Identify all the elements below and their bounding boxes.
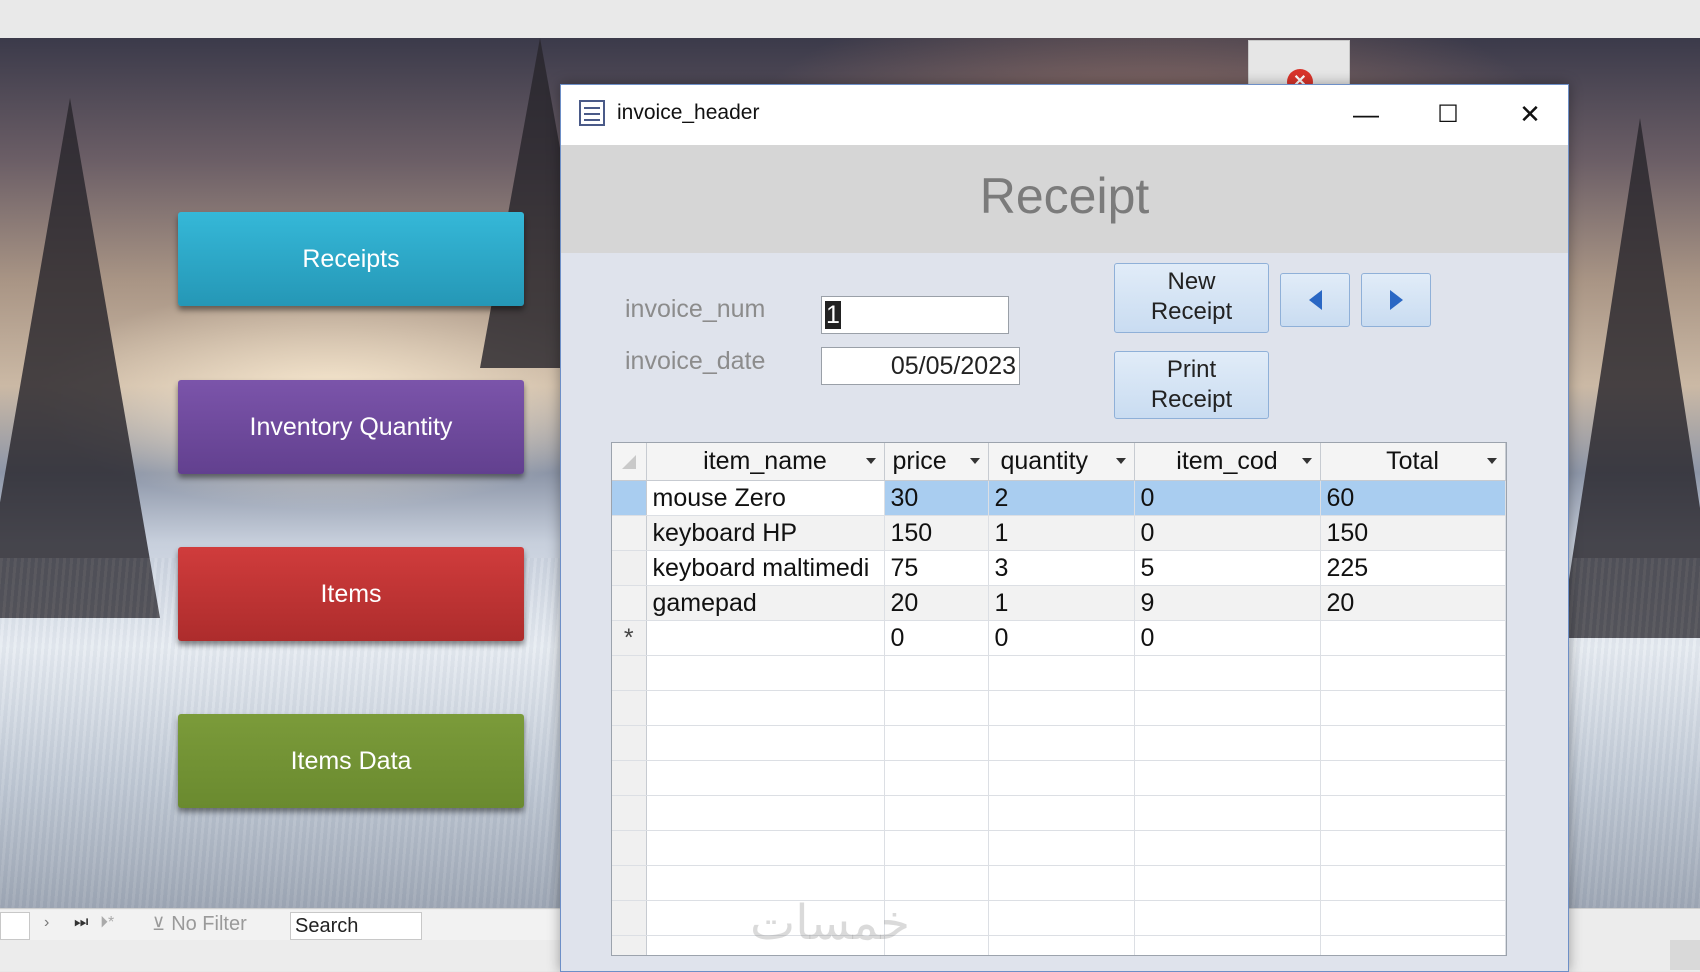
row-selector[interactable] [612, 480, 647, 516]
invoice-num-field[interactable]: 1 [821, 296, 1009, 334]
print-receipt-button[interactable]: Print Receipt [1114, 351, 1269, 419]
receipts-button[interactable]: Receipts [178, 212, 524, 306]
new-receipt-label-line2: Receipt [1150, 298, 1233, 325]
scrollbar-corner [1670, 940, 1700, 970]
cell-item-name[interactable]: keyboard HP [646, 515, 885, 551]
inventory-quantity-button[interactable]: Inventory Quantity [178, 380, 524, 474]
filter-icon: ⊻ [152, 914, 166, 934]
select-all-corner[interactable] [612, 443, 647, 481]
empty-row [612, 795, 1506, 831]
minimize-button[interactable]: — [1331, 89, 1401, 139]
invoice-num-value: 1 [825, 301, 841, 329]
last-record-icon[interactable]: ⏭ [74, 914, 88, 932]
cell-quantity[interactable]: 1 [988, 515, 1135, 551]
dropdown-arrow-icon[interactable] [1301, 458, 1312, 464]
invoice-date-label: invoice_date [625, 347, 766, 375]
empty-row [612, 725, 1506, 761]
column-header-item-cod[interactable]: item_cod [1134, 443, 1321, 481]
table-row[interactable]: keyboard maltimedi 75 3 5 225 [612, 550, 1506, 586]
new-record-row[interactable]: * 0 0 0 [612, 620, 1506, 656]
cell-item-name[interactable]: mouse Zero [646, 480, 885, 516]
cell-total[interactable]: 150 [1320, 515, 1506, 551]
new-record-icon[interactable]: ⏵* [100, 914, 114, 932]
dropdown-arrow-icon[interactable] [1486, 458, 1497, 464]
dropdown-arrow-icon[interactable] [1115, 458, 1126, 464]
empty-row [612, 935, 1506, 955]
no-filter-label: No Filter [171, 913, 247, 935]
title-bar[interactable]: invoice_header — ☐ ✕ [561, 85, 1568, 145]
empty-row [612, 865, 1506, 901]
empty-row [612, 830, 1506, 866]
cell-quantity[interactable]: 3 [988, 550, 1135, 586]
dropdown-arrow-icon[interactable] [865, 458, 876, 464]
cell-price[interactable]: 0 [884, 620, 989, 656]
cell-item-name[interactable]: gamepad [646, 585, 885, 621]
header-row: item_name price quantity item_cod Total [612, 443, 1506, 481]
empty-row [612, 900, 1506, 936]
cell-item-name[interactable] [646, 620, 885, 656]
cell-item-name[interactable]: keyboard maltimedi [646, 550, 885, 586]
row-selector[interactable] [612, 550, 647, 586]
empty-row [612, 690, 1506, 726]
items-data-button[interactable]: Items Data [178, 714, 524, 808]
table-row[interactable]: keyboard HP 150 1 0 150 [612, 515, 1506, 551]
invoice-header-window: invoice_header — ☐ ✕ Receipt invoice_num… [560, 84, 1569, 972]
empty-row [612, 655, 1506, 691]
arrow-left-icon [1308, 290, 1322, 310]
new-receipt-button[interactable]: New Receipt [1114, 263, 1269, 333]
window-title: invoice_header [617, 101, 760, 124]
form-header: Receipt [561, 145, 1568, 253]
top-strip [0, 0, 1700, 38]
search-input[interactable]: Search [290, 912, 422, 940]
empty-row [612, 760, 1506, 796]
form-icon [579, 100, 605, 126]
cell-price[interactable]: 30 [884, 480, 989, 516]
table-row[interactable]: gamepad 20 1 9 20 [612, 585, 1506, 621]
column-header-total[interactable]: Total [1320, 443, 1506, 481]
items-button[interactable]: Items [178, 547, 524, 641]
cell-total[interactable] [1320, 620, 1506, 656]
cell-price[interactable]: 20 [884, 585, 989, 621]
background-close-tab[interactable]: ✕ [1248, 40, 1350, 95]
watermark-logo: خمسات [750, 895, 911, 951]
next-record-button[interactable] [1361, 273, 1431, 327]
invoice-date-field[interactable]: 05/05/2023 [821, 347, 1020, 385]
new-record-marker[interactable]: * [612, 620, 647, 656]
cell-price[interactable]: 75 [884, 550, 989, 586]
cell-price[interactable]: 150 [884, 515, 989, 551]
maximize-button[interactable]: ☐ [1413, 89, 1483, 139]
column-header-price[interactable]: price [884, 443, 989, 481]
column-header-item-name[interactable]: item_name [646, 443, 885, 481]
dropdown-arrow-icon[interactable] [969, 458, 980, 464]
cell-quantity[interactable]: 1 [988, 585, 1135, 621]
print-receipt-label-line1: Print [1166, 356, 1217, 383]
row-selector[interactable] [612, 585, 647, 621]
arrow-right-icon [1389, 290, 1403, 310]
cell-total[interactable]: 225 [1320, 550, 1506, 586]
cell-item-cod[interactable]: 5 [1134, 550, 1321, 586]
cell-total[interactable]: 60 [1320, 480, 1506, 516]
table-row[interactable]: mouse Zero 30 2 0 60 [612, 480, 1506, 516]
invoice-lines-subform[interactable]: item_name price quantity item_cod Total … [611, 442, 1507, 956]
cell-item-cod[interactable]: 0 [1134, 480, 1321, 516]
invoice-lines-table: item_name price quantity item_cod Total … [612, 443, 1506, 955]
close-button[interactable]: ✕ [1495, 89, 1565, 139]
cell-item-cod[interactable]: 9 [1134, 585, 1321, 621]
print-receipt-label-line2: Receipt [1150, 386, 1233, 413]
cell-quantity[interactable]: 0 [988, 620, 1135, 656]
column-header-quantity[interactable]: quantity [988, 443, 1135, 481]
new-receipt-label-line1: New [1167, 268, 1216, 295]
form-title: Receipt [979, 168, 1150, 224]
record-number-box[interactable] [0, 912, 30, 940]
cell-item-cod[interactable]: 0 [1134, 620, 1321, 656]
row-selector[interactable] [612, 515, 647, 551]
invoice-num-label: invoice_num [625, 295, 766, 323]
cell-quantity[interactable]: 2 [988, 480, 1135, 516]
next-record-icon[interactable]: › [44, 914, 49, 932]
cell-item-cod[interactable]: 0 [1134, 515, 1321, 551]
no-filter-indicator[interactable]: ⊻ No Filter [152, 913, 247, 936]
cell-total[interactable]: 20 [1320, 585, 1506, 621]
previous-record-button[interactable] [1280, 273, 1350, 327]
